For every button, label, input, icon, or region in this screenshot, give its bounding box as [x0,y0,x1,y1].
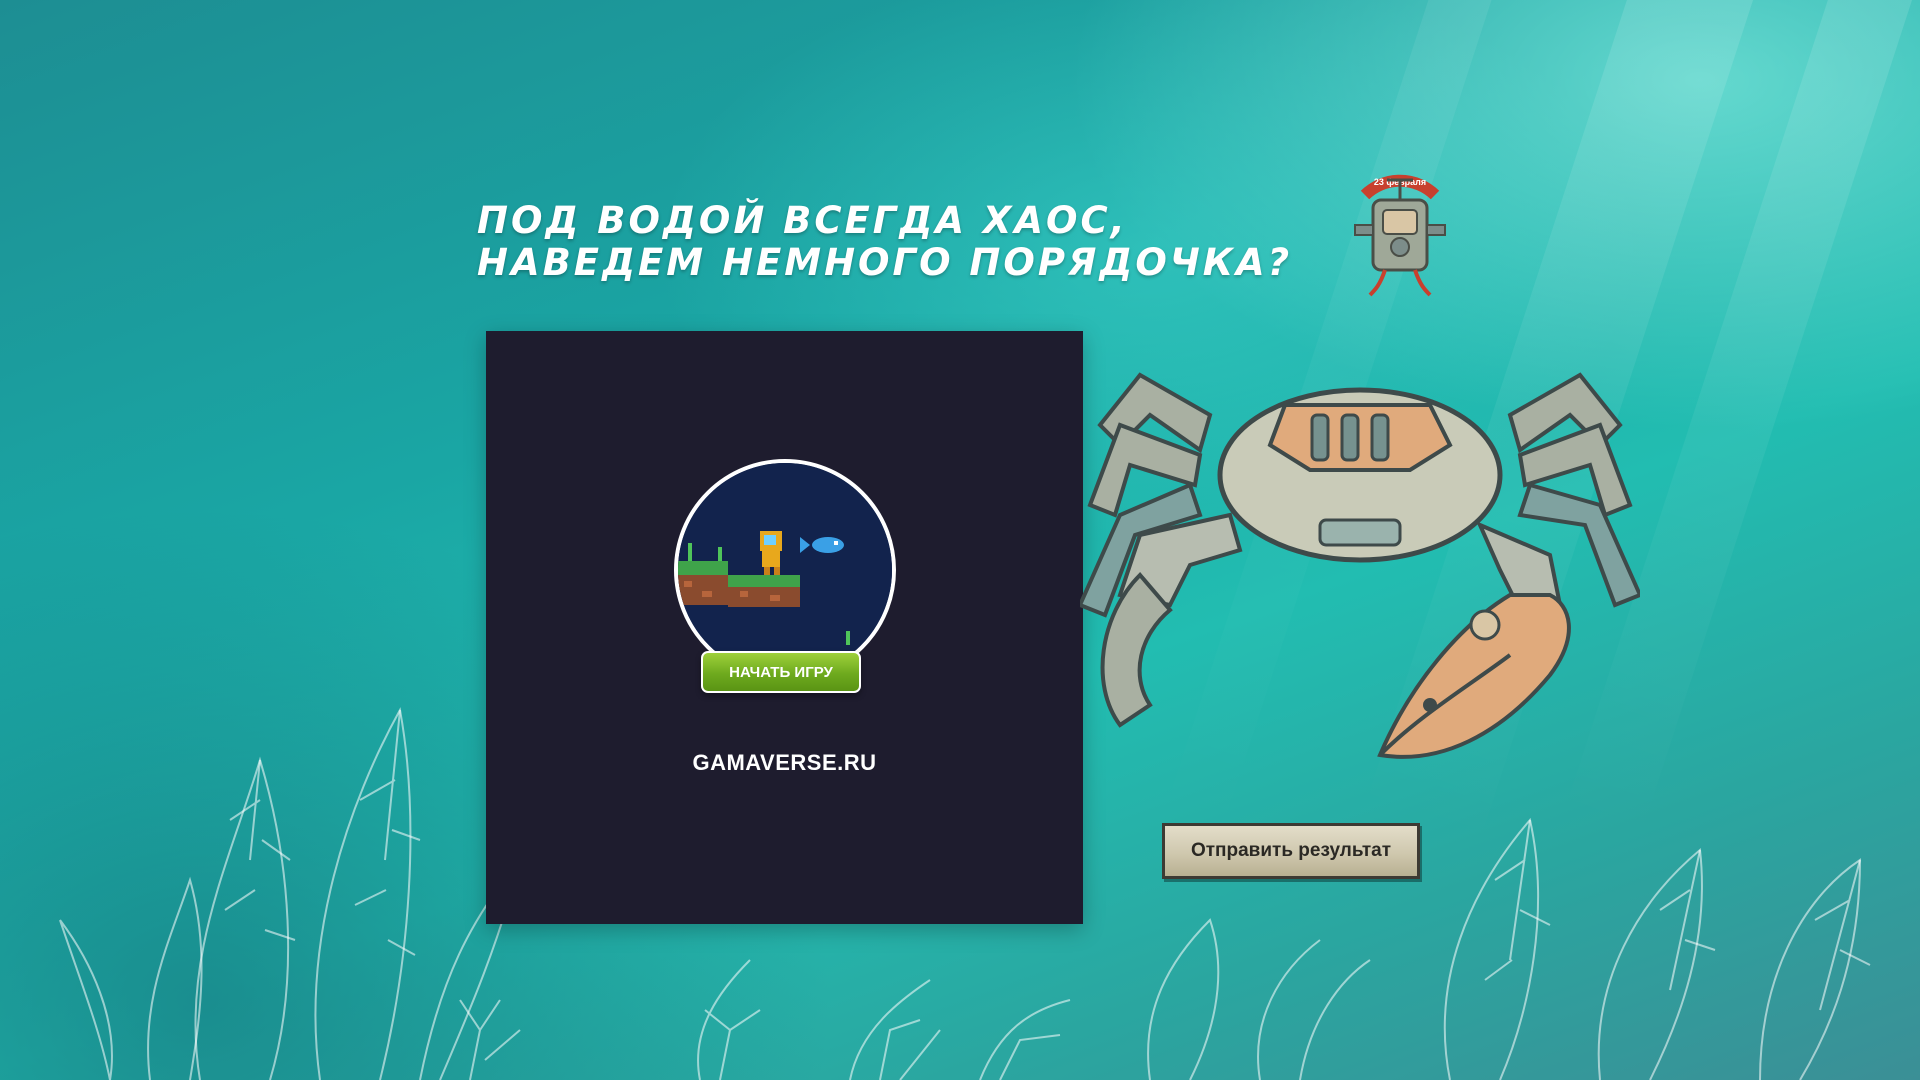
headline-line-2: НАВЕДЕМ НЕМНОГО ПОРЯДОЧКА? [477,241,1293,284]
mechanical-crab-illustration [1080,372,1640,759]
submit-result-button[interactable]: Отправить результат [1162,823,1420,879]
game-thumbnail [674,459,896,681]
page-headline: ПОД ВОДОЙ ВСЕГДА ХАОС, НАВЕДЕМ НЕМНОГО П… [477,200,1292,284]
game-panel: НАЧАТЬ ИГРУ GAMAVERSE.RU [486,331,1083,924]
headline-line-1: ПОД ВОДОЙ ВСЕГДА ХАОС, [477,199,1128,242]
site-label: GAMAVERSE.RU [692,750,877,775]
submarine-badge-logo: 23 февраля [1354,174,1446,297]
game-preview-image [678,463,892,677]
start-game-button[interactable]: НАЧАТЬ ИГРУ [701,651,861,693]
